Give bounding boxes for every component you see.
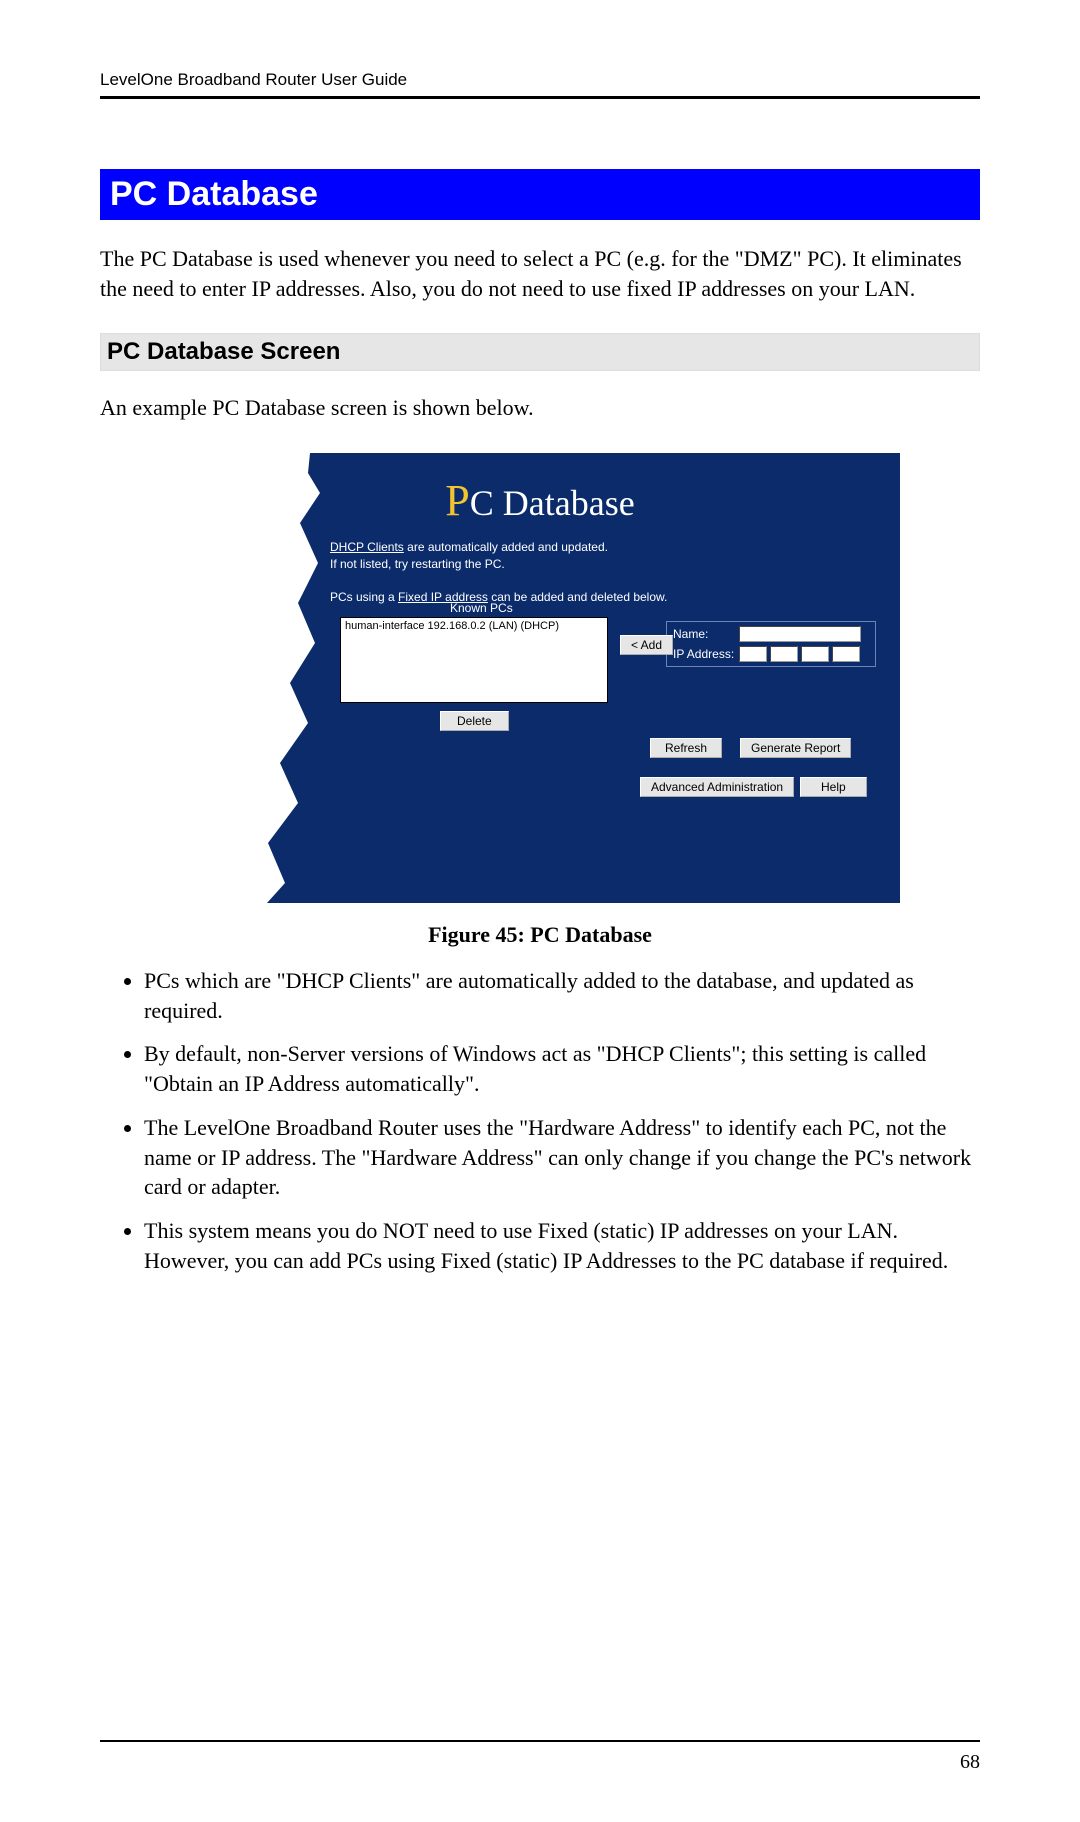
ip-label: IP Address: (673, 647, 739, 661)
dhcp-clients-link[interactable]: DHCP Clients (330, 540, 404, 554)
add-pc-fields: Name: IP Address: (666, 621, 876, 667)
list-item[interactable]: human-interface 192.168.0.2 (LAN) (DHCP) (345, 620, 603, 632)
subsection-heading: PC Database Screen (100, 333, 980, 371)
document-header: LevelOne Broadband Router User Guide (100, 70, 980, 96)
subsection-intro: An example PC Database screen is shown b… (100, 393, 980, 423)
footer-rule (100, 1740, 980, 1742)
document-page: LevelOne Broadband Router User Guide PC … (0, 0, 1080, 1822)
figure-caption: Figure 45: PC Database (100, 922, 980, 948)
ip-octet-4[interactable] (832, 646, 860, 662)
page-number: 68 (960, 1751, 980, 1774)
ip-octet-3[interactable] (801, 646, 829, 662)
list-item: This system means you do NOT need to use… (144, 1216, 980, 1275)
bullet-list: PCs which are "DHCP Clients" are automat… (114, 966, 980, 1275)
list-item: By default, non-Server versions of Windo… (144, 1039, 980, 1098)
name-label: Name: (673, 627, 739, 641)
ip-input-group (739, 646, 860, 662)
screenshot-title-lead: P (445, 476, 469, 525)
list-item: The LevelOne Broadband Router uses the "… (144, 1113, 980, 1202)
screenshot-title-rest: C Database (470, 483, 635, 523)
refresh-button[interactable]: Refresh (650, 738, 722, 758)
advanced-admin-button[interactable]: Advanced Administration (640, 777, 794, 797)
list-item: PCs which are "DHCP Clients" are automat… (144, 966, 980, 1025)
header-rule (100, 96, 980, 99)
add-button[interactable]: < Add (620, 635, 673, 655)
section-intro: The PC Database is used whenever you nee… (100, 244, 980, 303)
known-pcs-listbox[interactable]: human-interface 192.168.0.2 (LAN) (DHCP) (340, 617, 608, 703)
figure-container: PC Database DHCP Clients are automatical… (100, 453, 980, 908)
screenshot-title: PC Database (180, 475, 900, 526)
screenshot-info-text: DHCP Clients are automatically added and… (330, 539, 667, 606)
ip-octet-1[interactable] (739, 646, 767, 662)
help-button[interactable]: Help (800, 777, 867, 797)
known-pcs-label: Known PCs (450, 601, 513, 615)
name-input[interactable] (739, 626, 861, 642)
delete-button[interactable]: Delete (440, 711, 509, 731)
ip-octet-2[interactable] (770, 646, 798, 662)
section-heading: PC Database (100, 169, 980, 220)
generate-report-button[interactable]: Generate Report (740, 738, 851, 758)
screenshot-pc-database: PC Database DHCP Clients are automatical… (180, 453, 900, 903)
